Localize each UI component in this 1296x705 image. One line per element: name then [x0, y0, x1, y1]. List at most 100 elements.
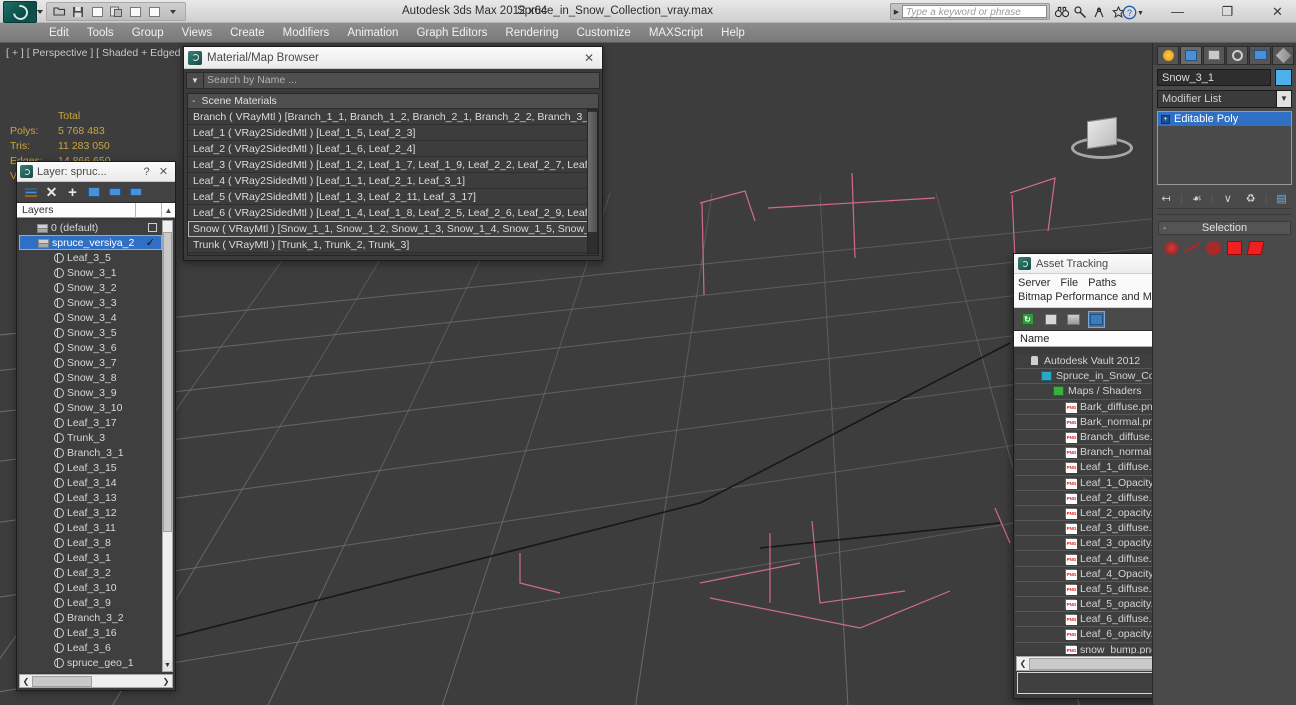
layer-row[interactable]: Snow_3_8 — [19, 370, 162, 385]
layer-row[interactable]: Leaf_3_13 — [19, 490, 162, 505]
layer-row[interactable]: Leaf_3_1 — [19, 550, 162, 565]
menu-item-rendering[interactable]: Rendering — [496, 25, 567, 41]
display-tab[interactable] — [1249, 45, 1271, 65]
help-dropdown-icon[interactable]: ▼ — [1137, 10, 1144, 17]
element-icon[interactable] — [1246, 240, 1265, 255]
material-search-input[interactable]: Search by Name ... — [203, 73, 599, 88]
window-minimize-button[interactable]: — — [1155, 0, 1200, 23]
selection-rollout[interactable]: - Selection — [1158, 221, 1291, 257]
layer-row[interactable]: spruce_geo_1 — [19, 655, 162, 670]
material-row[interactable]: Leaf_3 ( VRay2SidedMtl ) [Leaf_1_2, Leaf… — [188, 157, 598, 173]
material-row[interactable]: Leaf_2 ( VRay2SidedMtl ) [Leaf_1_6, Leaf… — [188, 141, 598, 157]
new-scene-icon[interactable] — [89, 4, 105, 19]
material-row[interactable]: Branch ( VRayMtl ) [Branch_1_1, Branch_1… — [188, 109, 598, 125]
layer-row[interactable]: Leaf_3_5 — [19, 250, 162, 265]
make-unique-icon[interactable]: ∨ — [1219, 191, 1237, 207]
pin-stack-icon[interactable]: ↤ — [1157, 191, 1175, 207]
layer-row[interactable]: Snow_3_6 — [19, 340, 162, 355]
layer-list[interactable]: 0 (default) spruce_versiya_2 ✓ Leaf_3_5 Snow… — [19, 220, 162, 672]
view-cube[interactable] — [1063, 109, 1141, 167]
material-map-browser-window[interactable]: Material/Map Browser ✕ ▼ Search by Name … — [183, 46, 603, 261]
delete-layer-icon[interactable]: ✕ — [42, 184, 61, 201]
layer-row[interactable]: Leaf_3_2 — [19, 565, 162, 580]
layer-row[interactable]: Leaf_3_11 — [19, 520, 162, 535]
window-maximize-button[interactable]: ❐ — [1205, 0, 1250, 23]
layer-row[interactable]: Branch_3_2 — [19, 610, 162, 625]
material-row[interactable]: Leaf_5 ( VRay2SidedMtl ) [Leaf_1_3, Leaf… — [188, 189, 598, 205]
layer-row[interactable]: Leaf_3_10 — [19, 580, 162, 595]
layer-row[interactable]: Leaf_3_9 — [19, 595, 162, 610]
layer-list-vscroll-thumb[interactable] — [163, 232, 172, 532]
layer-list-hscroll-thumb[interactable] — [32, 675, 92, 687]
qat-dropdown-icon[interactable] — [165, 4, 181, 19]
binoculars-icon[interactable] — [1053, 4, 1070, 20]
layer-list-scroll-down-icon[interactable]: ▼ — [163, 660, 172, 671]
material-browser-scrollbar[interactable] — [587, 109, 598, 254]
chevron-down-icon[interactable]: ▼ — [1276, 91, 1291, 107]
menu-item-views[interactable]: Views — [173, 25, 221, 41]
asset-menu-paths[interactable]: Paths — [1088, 276, 1116, 290]
asset-hscroll-left-icon[interactable]: ❮ — [1017, 659, 1029, 668]
material-browser-title-bar[interactable]: Material/Map Browser ✕ — [184, 47, 602, 69]
layer-panel-close-button[interactable]: ✕ — [155, 165, 172, 178]
vertex-icon[interactable] — [1164, 240, 1179, 255]
layer-row[interactable]: Leaf_3_15 — [19, 460, 162, 475]
modifier-stack-item-editable-poly[interactable]: + Editable Poly — [1158, 112, 1291, 126]
material-row[interactable]: Leaf_1 ( VRay2SidedMtl ) [Leaf_1_5, Leaf… — [188, 125, 598, 141]
menu-item-group[interactable]: Group — [123, 25, 173, 41]
stack-expand-icon[interactable]: + — [1161, 114, 1170, 124]
motion-tab[interactable] — [1226, 45, 1248, 65]
material-row[interactable]: Trunk ( VRayMtl ) [Trunk_1, Trunk_2, Tru… — [188, 237, 598, 253]
layer-row[interactable]: Snow_3_9 — [19, 385, 162, 400]
modify-tab[interactable] — [1180, 45, 1202, 65]
border-icon[interactable] — [1206, 240, 1221, 255]
configure-modifier-sets-icon[interactable]: ▤ — [1273, 191, 1291, 207]
application-menu-button[interactable] — [3, 1, 37, 23]
wrench-icon[interactable] — [1072, 4, 1089, 20]
scene-materials-group-header[interactable]: - Scene Materials — [188, 94, 598, 109]
layer-row[interactable]: Leaf_3_17 — [19, 415, 162, 430]
menu-item-graph-editors[interactable]: Graph Editors — [407, 25, 496, 41]
search-filter-icon[interactable]: ▼ — [187, 76, 203, 85]
select-highlighted-icon[interactable] — [105, 184, 124, 201]
menu-item-maxscript[interactable]: MAXScript — [640, 25, 712, 41]
hscroll-left-icon[interactable]: ❮ — [20, 677, 32, 686]
layer-row[interactable]: Leaf_3_16 — [19, 625, 162, 640]
open-file-icon[interactable] — [51, 4, 67, 19]
layer-list-vscrollbar[interactable]: ▼ — [162, 220, 173, 672]
window-close-button[interactable]: ✕ — [1255, 0, 1296, 23]
compass-icon[interactable] — [1091, 4, 1108, 20]
layer-row[interactable]: Leaf_3_12 — [19, 505, 162, 520]
layer-manager-window[interactable]: Layer: spruc... ? ✕ ✕ + Layers ▲ 0 (defa… — [16, 161, 176, 691]
view-cube-box-icon[interactable] — [1087, 116, 1117, 150]
layer-row[interactable]: Snow_3_7 — [19, 355, 162, 370]
menu-item-customize[interactable]: Customize — [567, 25, 639, 41]
layer-row[interactable]: Leaf_3_6 — [19, 640, 162, 655]
material-row[interactable]: Leaf_4 ( VRay2SidedMtl ) [Leaf_1_1, Leaf… — [188, 173, 598, 189]
polygon-icon[interactable] — [1227, 240, 1242, 255]
select-objects-icon[interactable] — [84, 184, 103, 201]
layer-row[interactable]: Snow_3_5 — [19, 325, 162, 340]
material-browser-list[interactable]: - Scene Materials Branch ( VRayMtl ) [Br… — [187, 93, 599, 256]
material-browser-scroll-thumb[interactable] — [588, 112, 597, 232]
show-end-result-icon[interactable]: ☙ — [1188, 191, 1206, 207]
layer-panel-title-bar[interactable]: Layer: spruc... ? ✕ — [17, 162, 175, 182]
layer-row[interactable]: Snow_3_3 — [19, 295, 162, 310]
menu-item-modifiers[interactable]: Modifiers — [274, 25, 339, 41]
highlight-selected-icon[interactable] — [126, 184, 145, 201]
asset-menu-file[interactable]: File — [1060, 276, 1078, 290]
menu-item-tools[interactable]: Tools — [78, 25, 123, 41]
asset-menu-server[interactable]: Server — [1018, 276, 1050, 290]
new-layer-icon[interactable] — [21, 184, 40, 201]
active-layer-check-icon[interactable]: ✓ — [146, 236, 155, 249]
thumbnail-view-icon[interactable] — [1065, 311, 1082, 328]
layer-row[interactable]: Leaf_3_8 — [19, 535, 162, 550]
selection-rollout-header[interactable]: - Selection — [1158, 221, 1291, 235]
grid-view-icon[interactable] — [1088, 310, 1105, 328]
menu-item-help[interactable]: Help — [712, 25, 754, 41]
material-row[interactable]: Snow ( VRayMtl ) [Snow_1_1, Snow_1_2, Sn… — [188, 221, 598, 237]
modifier-stack[interactable]: + Editable Poly — [1157, 111, 1292, 185]
layer-row[interactable]: Branch_3_1 — [19, 445, 162, 460]
keyword-search-box[interactable]: ▶ Type a keyword or phrase — [890, 3, 1050, 20]
command-panel[interactable]: Snow_3_1 Modifier List ▼ + Editable Poly… — [1152, 43, 1296, 705]
